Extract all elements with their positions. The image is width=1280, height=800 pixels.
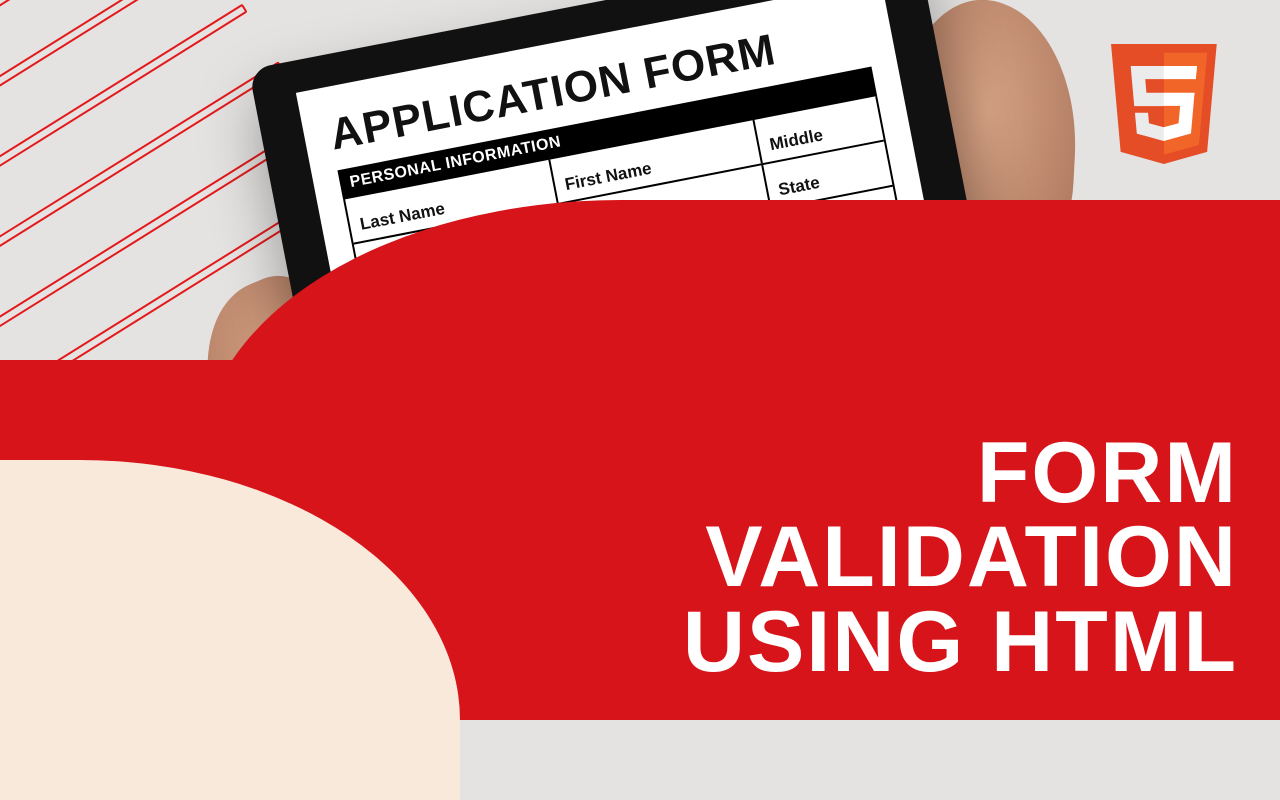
headline-line-1: FORM xyxy=(683,431,1238,515)
headline-line-3: USING HTML xyxy=(683,600,1238,684)
html5-logo-icon xyxy=(1104,36,1224,172)
headline-line-2: VALIDATION xyxy=(683,515,1238,599)
headline: FORM VALIDATION USING HTML xyxy=(683,431,1238,684)
